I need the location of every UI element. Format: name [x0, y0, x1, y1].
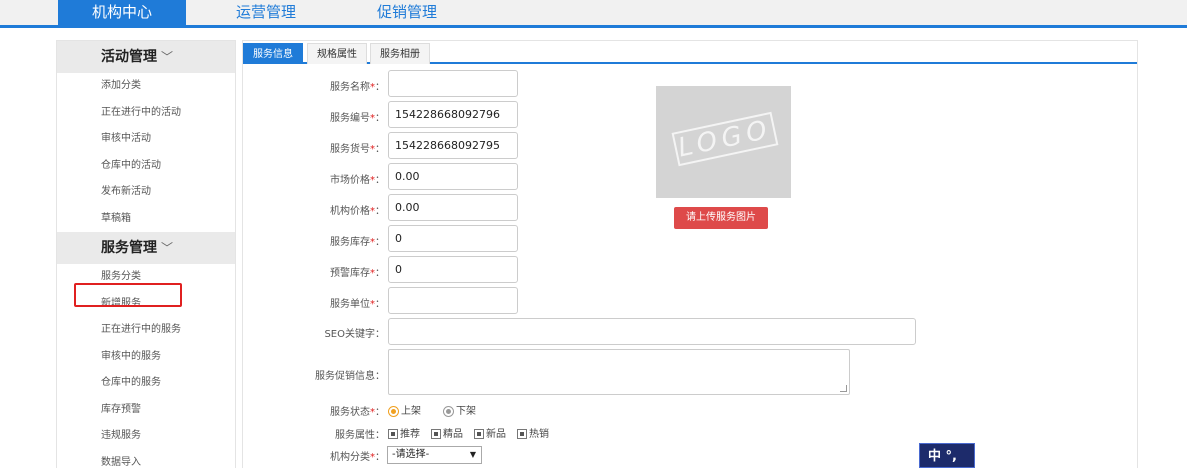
alert-stock-input[interactable]: 0	[388, 256, 518, 283]
checkbox-icon[interactable]	[431, 429, 441, 439]
section-title: 活动管理	[101, 49, 157, 65]
promo-textarea[interactable]	[388, 349, 850, 395]
sidebar-section-service[interactable]: 服务管理 ﹀	[57, 232, 235, 264]
main-panel: 服务信息 规格属性 服务相册 服务名称*： 服务编号*： 15422866809…	[242, 40, 1138, 468]
service-sku-input[interactable]: 154228668092795	[388, 132, 518, 159]
dropdown-arrow-icon: ▼	[470, 447, 476, 463]
status-off-shelf[interactable]: 下架	[443, 402, 476, 417]
org-price-label: 机构价格*：	[265, 202, 385, 217]
market-price-input[interactable]: 0.00	[388, 163, 518, 190]
tab-operations[interactable]: 运营管理	[202, 0, 330, 25]
upload-image-button[interactable]: 请上传服务图片	[674, 207, 768, 229]
sidebar-item-violations[interactable]: 违规服务	[57, 423, 235, 450]
checkbox-icon[interactable]	[517, 429, 527, 439]
sidebar-item-reviewing-activities[interactable]: 审核中活动	[57, 126, 235, 153]
attr-premium[interactable]: 精品	[431, 425, 463, 440]
tab-service-album[interactable]: 服务相册	[370, 43, 430, 64]
attr-new[interactable]: 新品	[474, 425, 506, 440]
stock-input[interactable]: 0	[388, 225, 518, 252]
status-on-shelf[interactable]: 上架	[388, 402, 421, 417]
checkbox-icon[interactable]	[388, 429, 398, 439]
radio-icon[interactable]	[443, 406, 454, 417]
sub-tab-bar: 服务信息 规格属性 服务相册	[243, 41, 1137, 64]
chevron-down-icon: ﹀	[161, 50, 173, 64]
ime-indicator[interactable]: 中 °,	[919, 443, 975, 468]
market-price-label: 市场价格*：	[265, 171, 385, 186]
seo-keywords-input[interactable]	[388, 318, 916, 345]
sidebar-item-ongoing-services[interactable]: 正在进行中的服务	[57, 317, 235, 344]
stock-label: 服务库存*：	[265, 233, 385, 248]
tab-service-info[interactable]: 服务信息	[243, 43, 303, 64]
alert-stock-label: 预警库存*：	[265, 264, 385, 279]
code-label: 服务编号*：	[265, 109, 385, 124]
unit-input[interactable]	[388, 287, 518, 314]
unit-label: 服务单位*：	[265, 295, 385, 310]
sidebar-section-activity[interactable]: 活动管理 ﹀	[57, 41, 235, 73]
highlight-box	[74, 283, 182, 307]
tab-spec-attributes[interactable]: 规格属性	[307, 43, 367, 64]
sidebar-item-warehouse-activities[interactable]: 仓库中的活动	[57, 153, 235, 180]
sidebar-item-drafts[interactable]: 草稿箱	[57, 206, 235, 233]
radio-selected-icon[interactable]	[388, 406, 399, 417]
sidebar-item-add-category[interactable]: 添加分类	[57, 73, 235, 100]
org-price-input[interactable]: 0.00	[388, 194, 518, 221]
section-title: 服务管理	[101, 240, 157, 256]
top-nav-bar: 机构中心 运营管理 促销管理	[0, 0, 1187, 28]
resize-handle-icon[interactable]	[840, 385, 847, 392]
seo-label: SEO关键字：	[265, 325, 385, 340]
sidebar-item-ongoing-activities[interactable]: 正在进行中的活动	[57, 100, 235, 127]
status-label: 服务状态*：	[265, 403, 385, 418]
name-label: 服务名称*：	[265, 78, 385, 93]
sidebar-item-data-import[interactable]: 数据导入	[57, 450, 235, 476]
sidebar: 活动管理 ﹀ 添加分类 正在进行中的活动 审核中活动 仓库中的活动 发布新活动 草…	[56, 40, 236, 468]
logo-placeholder-text: LOGO	[672, 112, 779, 166]
sidebar-item-reviewing-services[interactable]: 审核中的服务	[57, 344, 235, 371]
attr-recommend[interactable]: 推荐	[388, 425, 420, 440]
category-select[interactable]: -请选择-▼	[387, 446, 482, 464]
attributes-label: 服务属性：	[265, 426, 385, 441]
sidebar-item-warehouse-services[interactable]: 仓库中的服务	[57, 370, 235, 397]
sidebar-item-stock-alert[interactable]: 库存预警	[57, 397, 235, 424]
service-name-input[interactable]	[388, 70, 518, 97]
chevron-down-icon: ﹀	[161, 241, 173, 255]
sidebar-item-publish-activity[interactable]: 发布新活动	[57, 179, 235, 206]
attr-hot[interactable]: 热销	[517, 425, 549, 440]
category-label: 机构分类*：	[265, 448, 385, 463]
service-code-input[interactable]: 154228668092796	[388, 101, 518, 128]
tab-org-center[interactable]: 机构中心	[58, 0, 186, 25]
tab-promotions[interactable]: 促销管理	[343, 0, 471, 25]
service-image-placeholder: LOGO	[656, 86, 791, 198]
checkbox-icon[interactable]	[474, 429, 484, 439]
sku-label: 服务货号*：	[265, 140, 385, 155]
promo-label: 服务促销信息：	[265, 367, 385, 382]
